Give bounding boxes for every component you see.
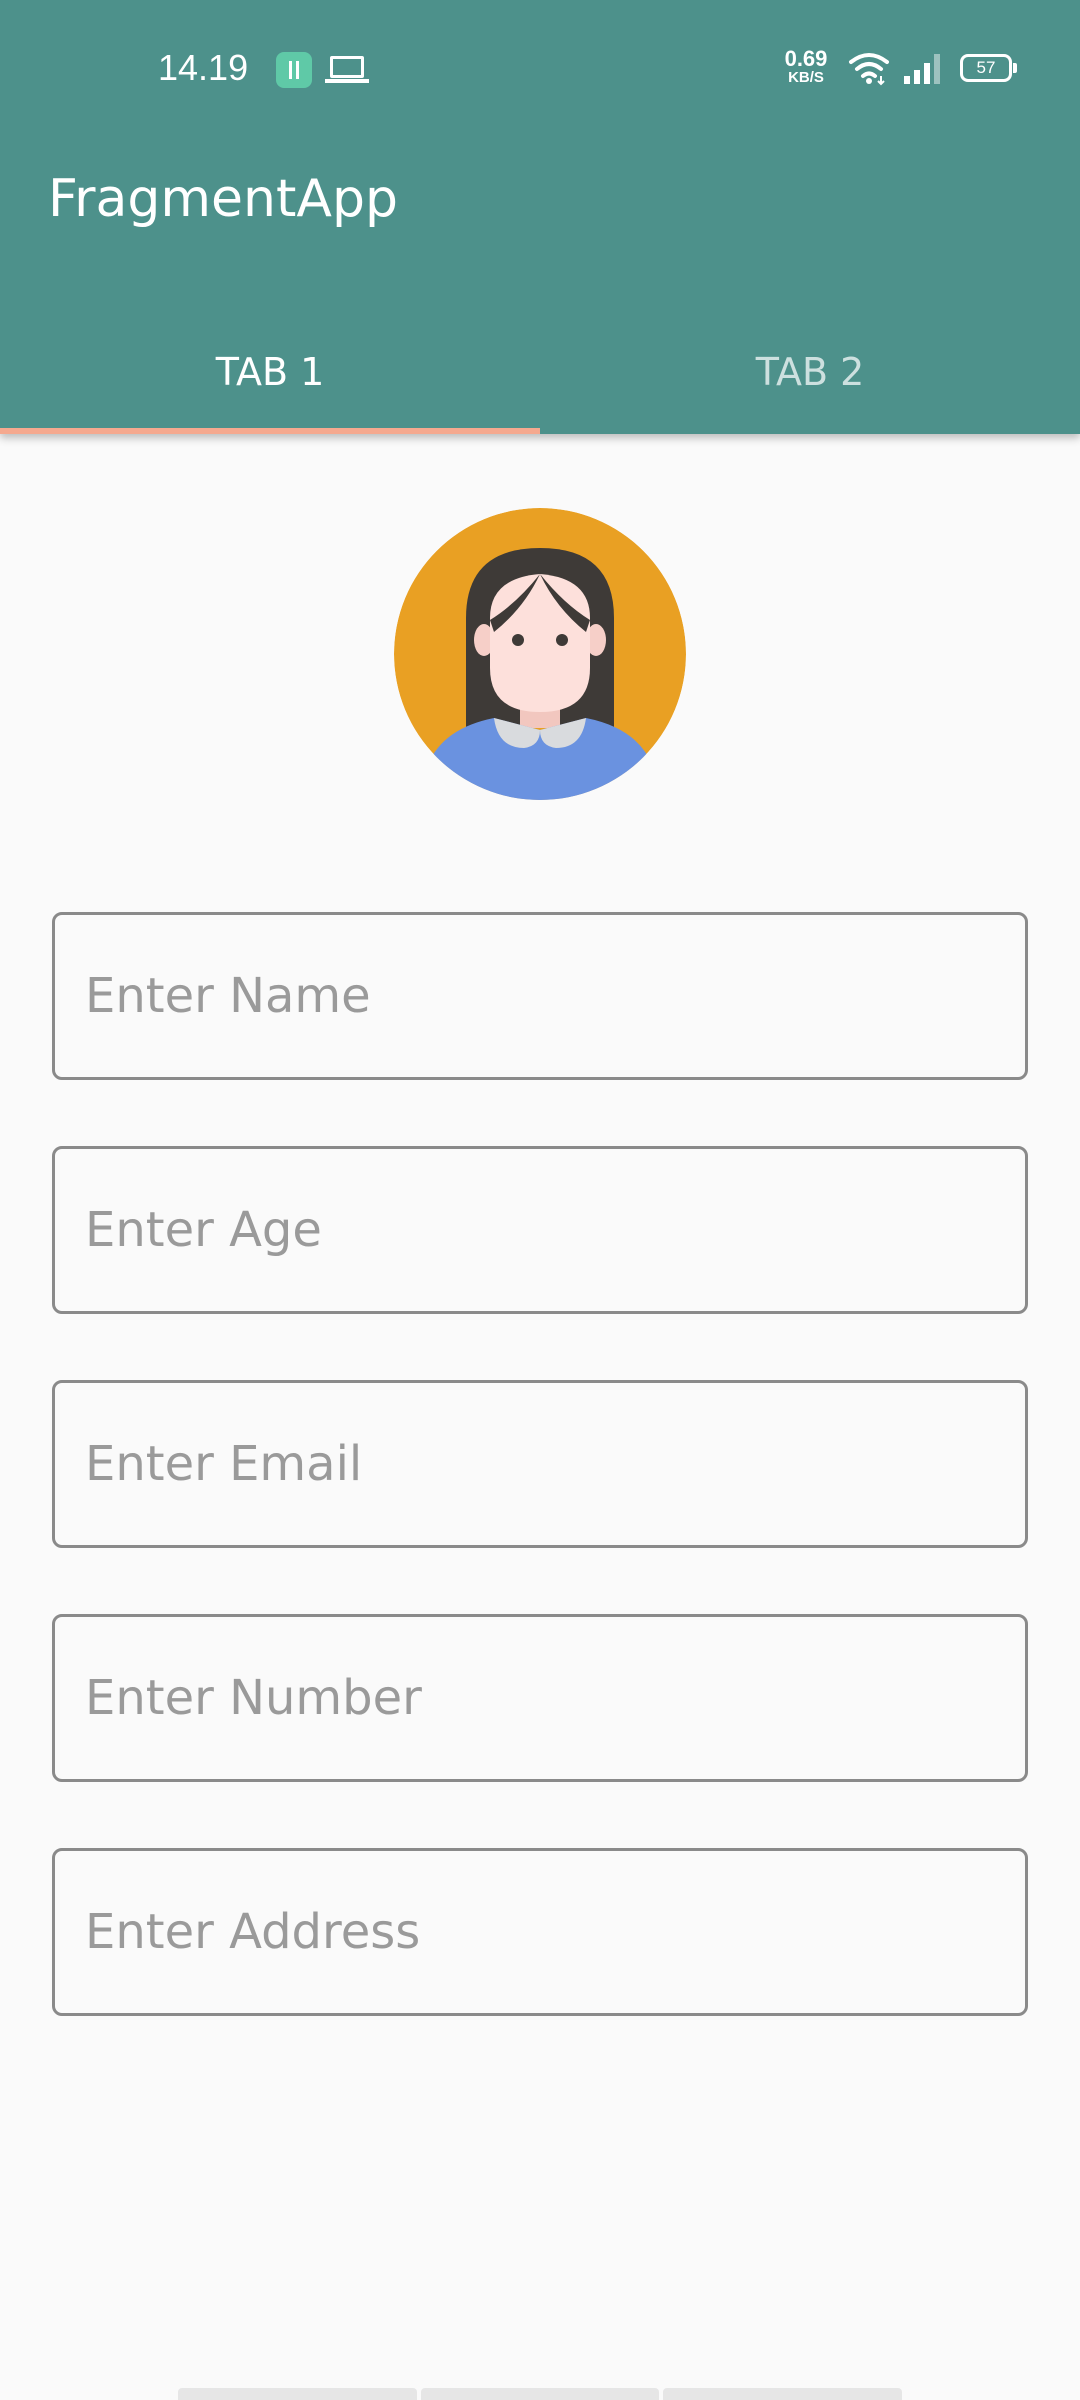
tab-1[interactable]: TAB 1 [0, 310, 540, 434]
battery-icon: 57 [960, 54, 1017, 82]
laptop-icon [325, 56, 369, 83]
address-input[interactable] [55, 1851, 1025, 2013]
app-title: FragmentApp [48, 169, 398, 229]
network-speed: 0.69 KB/S [776, 48, 836, 86]
status-time: 14.19 [158, 47, 249, 88]
wifi-icon [849, 53, 889, 86]
number-field[interactable] [52, 1614, 1028, 1782]
tab-2-label: TAB 2 [755, 350, 865, 394]
nav-handle-segment [178, 2388, 417, 2400]
tab-indicator [0, 428, 540, 434]
network-speed-unit: KB/S [788, 69, 824, 86]
number-input[interactable] [55, 1617, 1025, 1779]
name-input[interactable] [55, 915, 1025, 1077]
app-bar: 14.19 0.69 KB/S 57 FragmentApp TAB 1 TAB… [0, 0, 1080, 434]
tab-1-label: TAB 1 [215, 350, 325, 394]
email-field[interactable] [52, 1380, 1028, 1548]
address-field[interactable] [52, 1848, 1028, 2016]
network-speed-value: 0.69 [784, 46, 828, 71]
tab-bar: TAB 1 TAB 2 [0, 310, 1080, 434]
tab-2[interactable]: TAB 2 [540, 310, 1080, 434]
navigation-handle[interactable] [178, 2388, 903, 2400]
nav-handle-segment [420, 2388, 660, 2400]
age-input[interactable] [55, 1149, 1025, 1311]
name-field[interactable] [52, 912, 1028, 1080]
signal-icon [904, 54, 940, 84]
age-field[interactable] [52, 1146, 1028, 1314]
woman-avatar-icon[interactable] [394, 508, 686, 800]
email-input[interactable] [55, 1383, 1025, 1545]
status-bar: 14.19 0.69 KB/S 57 [0, 0, 1080, 136]
notification-app-icon [276, 52, 312, 88]
nav-handle-segment [663, 2388, 903, 2400]
